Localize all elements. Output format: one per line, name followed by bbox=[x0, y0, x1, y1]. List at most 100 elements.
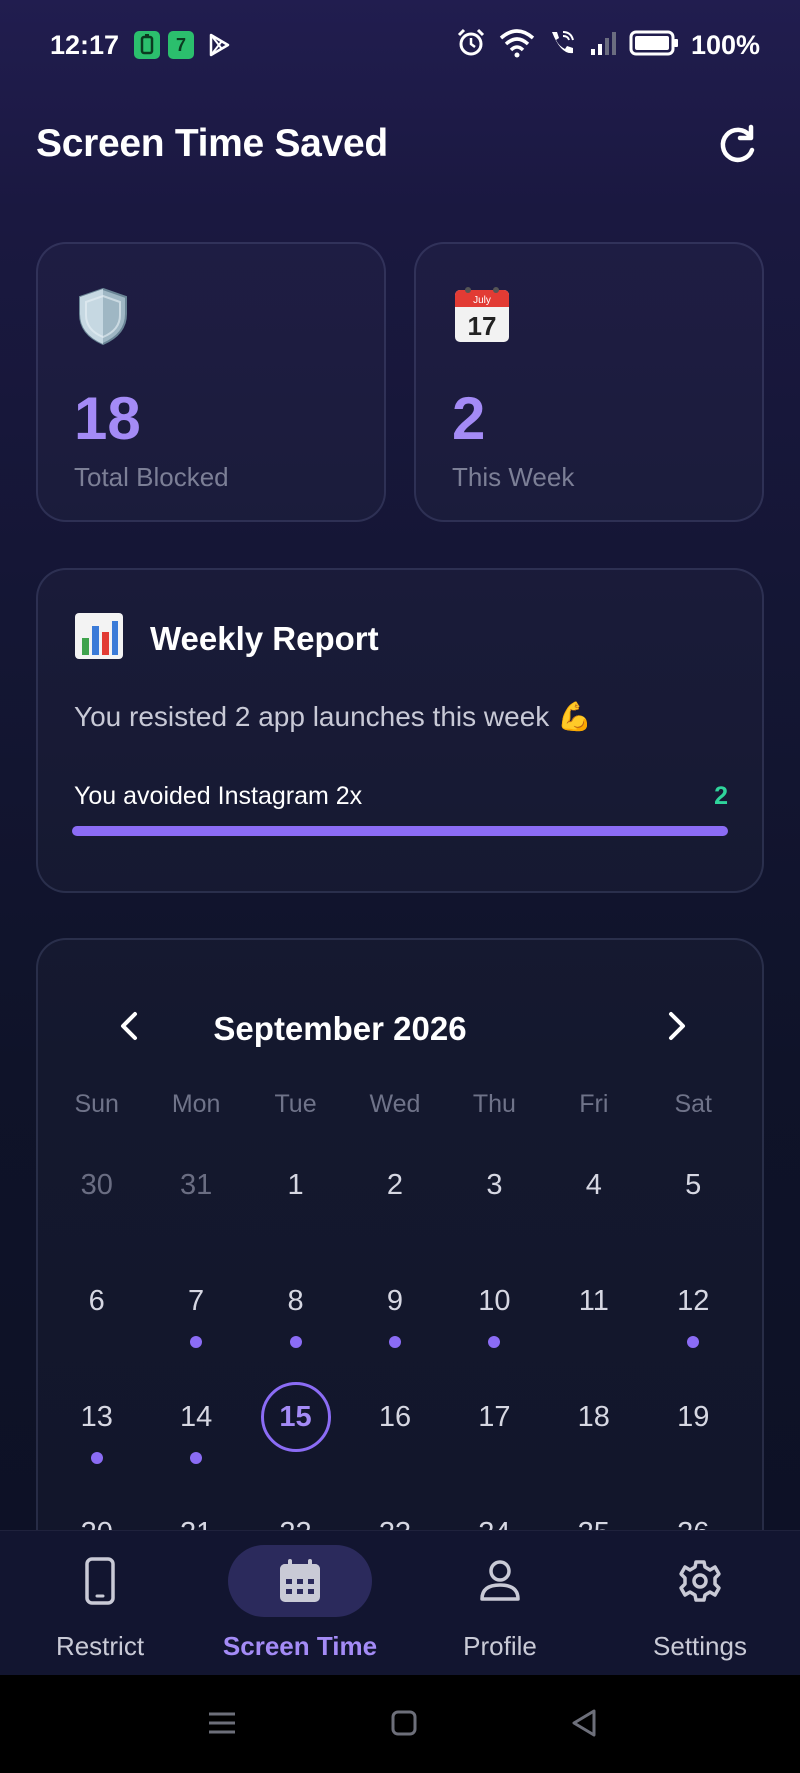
calendar-icon bbox=[277, 1557, 323, 1605]
calendar-day[interactable]: 5 bbox=[644, 1150, 743, 1266]
app-badge-icon: 7 bbox=[168, 31, 194, 59]
nav-item-screen-time[interactable]: Screen Time bbox=[200, 1531, 400, 1676]
weekday-label: Wed bbox=[369, 1090, 421, 1118]
battery-icon bbox=[629, 30, 679, 61]
calendar-day-number: 7 bbox=[188, 1284, 205, 1317]
activity-dot bbox=[190, 1452, 203, 1464]
stat-label: Total Blocked bbox=[74, 462, 229, 492]
back-icon[interactable] bbox=[566, 1705, 602, 1741]
stat-card-this-week: July 17 2 This Week bbox=[414, 242, 764, 522]
calendar-day[interactable]: 19 bbox=[644, 1382, 743, 1498]
system-nav-bar bbox=[0, 1675, 800, 1773]
status-bar: 12:17 7 100% bbox=[0, 0, 800, 92]
report-title: Weekly Report bbox=[150, 620, 379, 657]
calendar-day[interactable]: 30 bbox=[47, 1150, 146, 1266]
bottom-nav: Restrict Screen Time Profile Settings bbox=[0, 1530, 800, 1675]
chevron-right-icon[interactable] bbox=[656, 1006, 696, 1046]
nav-label: Restrict bbox=[55, 1631, 145, 1661]
weekday-label: Thu bbox=[472, 1090, 516, 1118]
calendar-day-number: 16 bbox=[378, 1400, 412, 1433]
calendar-day[interactable]: 8 bbox=[246, 1266, 345, 1382]
activity-dot bbox=[90, 1452, 103, 1464]
calendar-week-row: 13 14 15 16 17 18 19 bbox=[47, 1382, 743, 1498]
calendar-day[interactable]: 11 bbox=[544, 1266, 643, 1382]
calendar-day-number: 14 bbox=[179, 1400, 213, 1433]
calendar-day-number: 18 bbox=[577, 1400, 610, 1433]
calendar-day[interactable]: 4 bbox=[544, 1150, 643, 1266]
svg-text:17: 17 bbox=[468, 311, 497, 341]
status-time: 12:17 bbox=[50, 30, 120, 60]
calendar-day[interactable]: 31 bbox=[146, 1150, 245, 1266]
gear-icon bbox=[677, 1557, 723, 1605]
nav-item-profile[interactable]: Profile bbox=[400, 1531, 600, 1676]
calendar-day-number: 5 bbox=[685, 1168, 702, 1201]
nav-item-settings[interactable]: Settings bbox=[600, 1531, 800, 1676]
nav-item-restrict[interactable]: Restrict bbox=[0, 1531, 200, 1676]
activity-dot bbox=[488, 1336, 501, 1348]
calendar-day-number: 17 bbox=[478, 1400, 511, 1433]
weekday-label: Fri bbox=[579, 1090, 609, 1118]
calendar-day-number: 31 bbox=[179, 1168, 213, 1201]
calendar-day-number: 13 bbox=[80, 1400, 113, 1433]
report-progress-fill bbox=[72, 826, 728, 836]
phone-icon bbox=[77, 1557, 123, 1605]
calendar-day-today: 15 bbox=[260, 1382, 331, 1452]
calendar-day[interactable]: 3 bbox=[445, 1150, 544, 1266]
calendar-day[interactable]: 2 bbox=[345, 1150, 444, 1266]
nav-label: Profile bbox=[463, 1631, 537, 1661]
menu-icon[interactable] bbox=[204, 1705, 240, 1741]
report-count: 2 bbox=[714, 782, 728, 810]
calendar-day-number: 30 bbox=[80, 1168, 113, 1201]
calendar-day[interactable]: 14 bbox=[146, 1382, 245, 1498]
weekday-label: Sat bbox=[674, 1090, 712, 1118]
weekday-label: Tue bbox=[274, 1090, 317, 1118]
calendar-day[interactable]: 9 bbox=[345, 1266, 444, 1382]
calendar-day-number: 11 bbox=[578, 1284, 609, 1317]
activity-dot bbox=[687, 1336, 700, 1348]
stat-card-total-blocked: 18 Total Blocked bbox=[36, 242, 386, 522]
home-icon[interactable] bbox=[386, 1705, 422, 1741]
calendar-day[interactable]: 10 bbox=[445, 1266, 544, 1382]
wifi-icon bbox=[499, 28, 535, 63]
calendar-grid: Sun Mon Tue Wed Thu Fri Sat 30 31 1 2 3 4 5 6 7 8 9 10 11 1… bbox=[47, 1090, 743, 1576]
calendar-day[interactable]: 15 bbox=[246, 1382, 345, 1498]
refresh-icon[interactable] bbox=[714, 122, 760, 168]
shield-icon bbox=[76, 286, 130, 346]
activity-dot bbox=[289, 1336, 302, 1348]
calendar-day-number: 3 bbox=[486, 1168, 503, 1201]
calendar-day[interactable]: 13 bbox=[47, 1382, 146, 1498]
calendar-day-number: 8 bbox=[287, 1284, 304, 1317]
activity-dot bbox=[190, 1336, 203, 1348]
calendar-day[interactable]: 7 bbox=[146, 1266, 245, 1382]
nav-label: Settings bbox=[653, 1631, 747, 1661]
calendar-week-row: 30 31 1 2 3 4 5 bbox=[47, 1150, 743, 1266]
calendar-day-number: 12 bbox=[677, 1284, 710, 1317]
stat-value: 2 bbox=[452, 385, 486, 452]
calendar-day[interactable]: 6 bbox=[47, 1266, 146, 1382]
person-icon bbox=[477, 1557, 523, 1605]
weekday-label: Sun bbox=[74, 1090, 119, 1118]
calendar-month-title: September 2026 bbox=[213, 1010, 467, 1047]
weekday-label: Mon bbox=[171, 1090, 221, 1118]
calendar-day-number: 2 bbox=[386, 1168, 404, 1201]
calendar-day[interactable]: 16 bbox=[345, 1382, 444, 1498]
calendar-day-number: 6 bbox=[88, 1284, 105, 1317]
play-store-icon bbox=[206, 32, 232, 63]
report-progress-bar bbox=[72, 826, 728, 836]
activity-dot bbox=[388, 1336, 401, 1348]
calendar-icon: July 17 bbox=[454, 286, 509, 346]
calendar-day[interactable]: 18 bbox=[544, 1382, 643, 1498]
calendar-day[interactable]: 17 bbox=[445, 1382, 544, 1498]
bar-chart-icon bbox=[74, 612, 124, 660]
calendar-day-number: 1 bbox=[287, 1168, 304, 1201]
alarm-icon bbox=[455, 27, 487, 64]
calendar-day[interactable]: 12 bbox=[644, 1266, 743, 1382]
report-app-line: You avoided Instagram 2x bbox=[74, 782, 363, 810]
calendar-day[interactable]: 1 bbox=[246, 1150, 345, 1266]
calendar-week-row: 6 7 8 9 10 11 12 bbox=[47, 1266, 743, 1382]
calendar-day-number: 19 bbox=[677, 1400, 710, 1433]
weekly-report-card: Weekly Report You resisted 2 app launche… bbox=[36, 568, 764, 893]
report-subtitle: You resisted 2 app launches this week 💪 bbox=[74, 701, 592, 732]
calendar-card: September 2026 Sun Mon Tue Wed Thu Fri Sat 30 3… bbox=[36, 938, 764, 1578]
stat-value: 18 bbox=[74, 385, 141, 452]
